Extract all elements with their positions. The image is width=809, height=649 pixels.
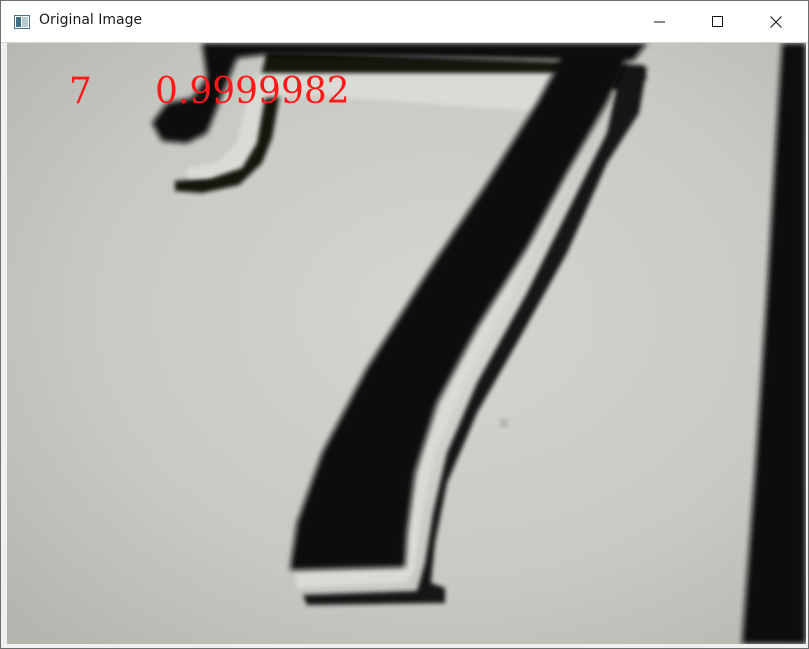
minimize-button[interactable] (631, 1, 689, 42)
sensor-speck (499, 418, 509, 428)
maximize-button[interactable] (689, 1, 747, 42)
image-window: Original Image 7 0.9999982 (0, 0, 809, 649)
title-bar[interactable]: Original Image (1, 1, 808, 43)
window-bottom-border (1, 644, 808, 648)
close-button[interactable] (747, 1, 805, 42)
predicted-digit-label: 7 (69, 71, 92, 112)
close-icon (770, 16, 782, 28)
prediction-confidence-label: 0.9999982 (155, 71, 350, 112)
camera-frame-image (7, 43, 806, 644)
maximize-icon (712, 16, 723, 27)
image-viewport: 7 0.9999982 (7, 43, 806, 644)
window-title: Original Image (39, 12, 143, 28)
minimize-icon (654, 21, 665, 23)
image-window-icon (14, 14, 30, 29)
